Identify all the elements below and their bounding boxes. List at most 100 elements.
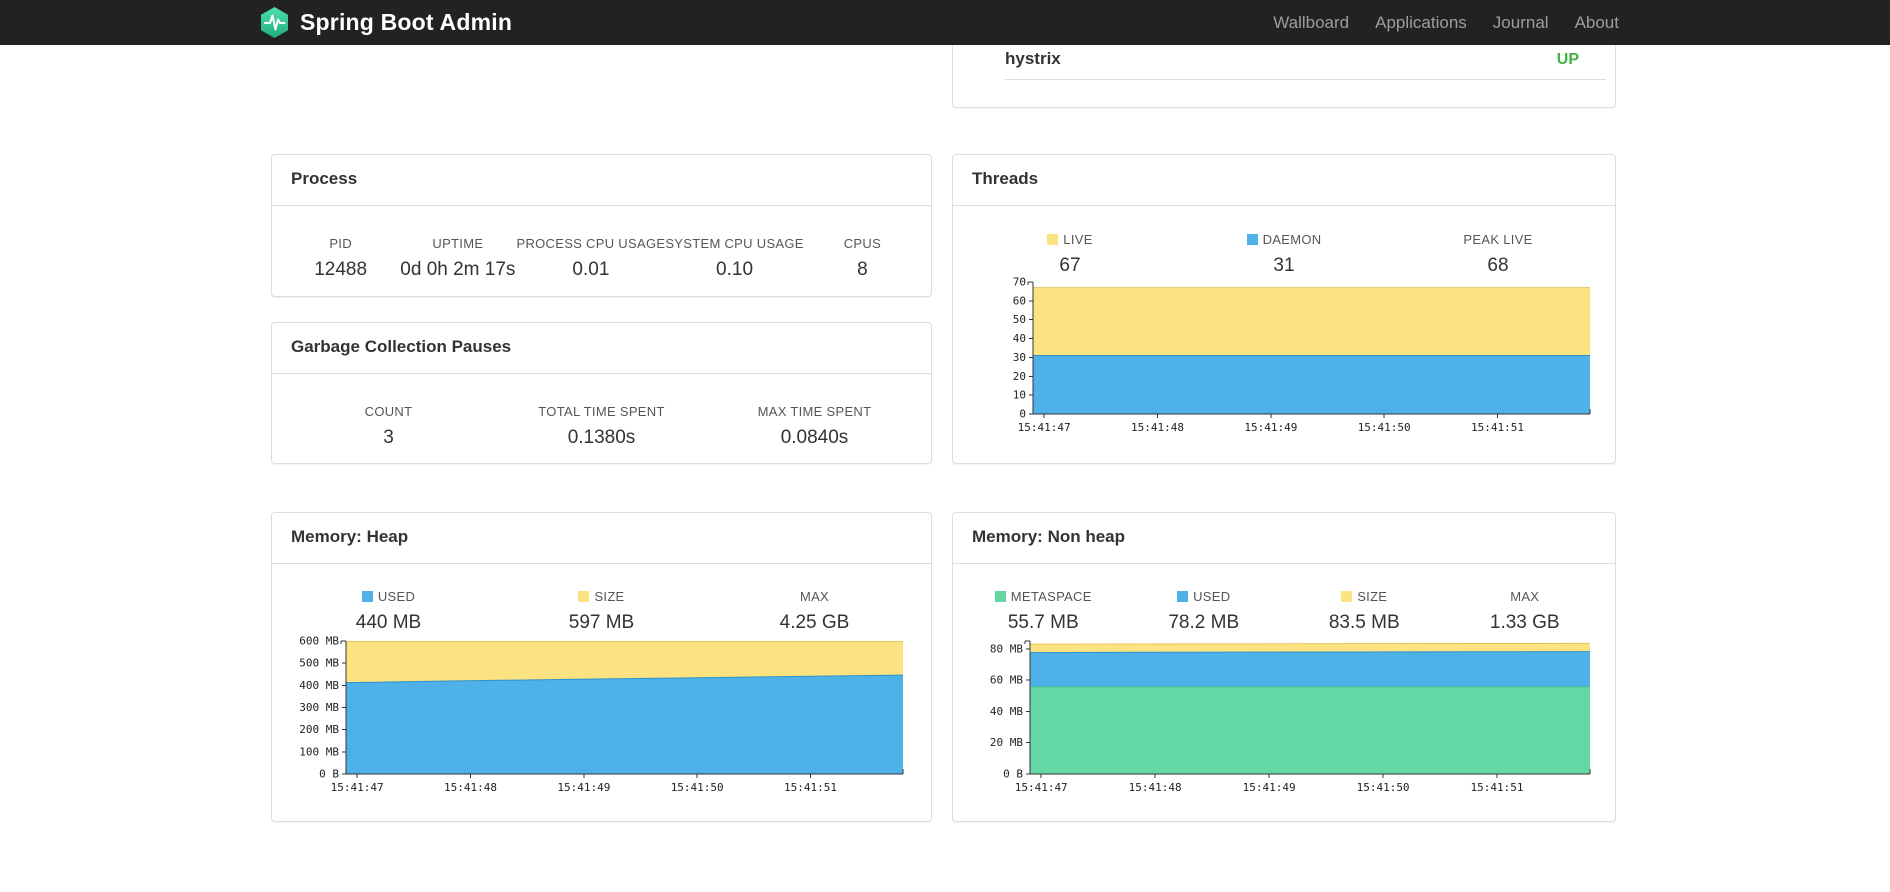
- live-legend-marker: [1047, 234, 1059, 245]
- metric-value: 78.2 MB: [1168, 612, 1240, 633]
- svg-text:15:41:48: 15:41:48: [1131, 421, 1184, 434]
- svg-text:15:41:50: 15:41:50: [1358, 421, 1411, 434]
- svg-text:0 B: 0 B: [1003, 768, 1023, 781]
- svg-text:50: 50: [1013, 313, 1026, 326]
- svg-text:15:41:47: 15:41:47: [1018, 421, 1071, 434]
- panel-title: Memory: Non heap: [953, 513, 1615, 564]
- svg-text:15:41:50: 15:41:50: [671, 781, 724, 794]
- metric-label: USED: [1124, 589, 1285, 604]
- application-name: hystrix: [1005, 49, 1061, 68]
- metric-value: 597 MB: [568, 612, 635, 633]
- metric-label: MAX: [799, 589, 830, 604]
- metric-pid: PID 12488: [282, 236, 399, 281]
- metric-value: 0d 0h 2m 17s: [400, 259, 516, 280]
- metric-label: DAEMON: [1177, 232, 1391, 247]
- metric-gc-count: COUNT 3: [282, 404, 495, 449]
- size-legend-marker: [1341, 591, 1353, 602]
- svg-text:60: 60: [1013, 294, 1026, 307]
- svg-text:15:41:48: 15:41:48: [1129, 781, 1182, 794]
- metric-value: 1.33 GB: [1489, 612, 1560, 633]
- nav-item-applications[interactable]: Applications: [1375, 13, 1467, 33]
- status-badge: UP: [1556, 51, 1579, 68]
- metric-daemon-threads: DAEMON 31: [1177, 232, 1391, 277]
- navbar: Spring Boot Admin Wallboard Applications…: [0, 0, 1890, 45]
- metric-value: 55.7 MB: [1007, 612, 1079, 633]
- svg-text:60 MB: 60 MB: [990, 674, 1023, 687]
- nav-item-about[interactable]: About: [1575, 13, 1619, 33]
- svg-text:15:41:51: 15:41:51: [1471, 421, 1524, 434]
- metric-value: 0.1380s: [567, 427, 636, 448]
- svg-text:15:41:49: 15:41:49: [557, 781, 610, 794]
- metric-value: 12488: [314, 259, 368, 280]
- heap-legend: USED 440 MB SIZE 597 MB MAX 4.25 GB: [272, 564, 931, 634]
- nav-item-wallboard[interactable]: Wallboard: [1273, 13, 1349, 33]
- used-legend-marker: [1177, 591, 1189, 602]
- svg-text:0: 0: [1019, 408, 1026, 421]
- svg-text:20: 20: [1013, 370, 1026, 383]
- brand-title: Spring Boot Admin: [300, 9, 513, 35]
- metric-metaspace: METASPACE 55.7 MB: [963, 589, 1124, 634]
- svg-text:300 MB: 300 MB: [299, 701, 339, 714]
- threads-panel: Threads LIVE 67 DAEMON 31 PEAK LIVE 68 0…: [952, 154, 1616, 464]
- metric-peak-live-threads: PEAK LIVE 68: [1391, 232, 1605, 277]
- heap-chart: 0 B 100 MB 200 MB 300 MB 400 MB 500 MB 600 MB 1…: [299, 635, 904, 794]
- spring-boot-admin-logo-icon: [261, 7, 288, 38]
- metric-label: SIZE: [495, 589, 708, 604]
- used-legend-marker: [361, 591, 373, 602]
- metric-process-cpu: PROCESS CPU USAGE 0.01: [516, 236, 665, 281]
- svg-text:15:41:47: 15:41:47: [331, 781, 384, 794]
- svg-text:30: 30: [1013, 351, 1026, 364]
- nav-items: Wallboard Applications Journal About: [1273, 0, 1619, 45]
- svg-text:10: 10: [1013, 389, 1026, 402]
- size-legend-marker: [578, 591, 590, 602]
- metric-heap-used: USED 440 MB: [282, 589, 495, 634]
- daemon-legend-marker: [1246, 234, 1258, 245]
- svg-text:70: 70: [1013, 276, 1026, 289]
- process-panel: Process PID 12488 UPTIME 0d 0h 2m 17s PR…: [271, 154, 932, 297]
- metric-uptime: UPTIME 0d 0h 2m 17s: [399, 236, 516, 281]
- process-metrics: PID 12488 UPTIME 0d 0h 2m 17s PROCESS CP…: [272, 206, 931, 281]
- gc-pauses-panel: Garbage Collection Pauses COUNT 3 TOTAL …: [271, 322, 932, 464]
- svg-text:15:41:48: 15:41:48: [444, 781, 497, 794]
- brand[interactable]: Spring Boot Admin: [259, 0, 512, 45]
- svg-text:15:41:51: 15:41:51: [1471, 781, 1524, 794]
- metric-label: PID: [329, 236, 352, 251]
- svg-text:600 MB: 600 MB: [299, 635, 339, 648]
- panel-title: Threads: [953, 155, 1615, 206]
- metric-label: TOTAL TIME SPENT: [538, 404, 665, 419]
- metric-label: MAX: [1510, 589, 1540, 604]
- metric-value: 0.10: [716, 259, 754, 280]
- metric-label: MAX TIME SPENT: [757, 404, 872, 419]
- svg-text:500 MB: 500 MB: [299, 657, 339, 670]
- panel-title: Memory: Heap: [272, 513, 931, 564]
- metric-label: SIZE: [1284, 589, 1445, 604]
- panel-title: Process: [272, 155, 931, 206]
- svg-text:200 MB: 200 MB: [299, 723, 339, 736]
- metric-nonheap-size: SIZE 83.5 MB: [1284, 589, 1445, 634]
- metric-label: METASPACE: [963, 589, 1124, 604]
- svg-text:80 MB: 80 MB: [990, 642, 1023, 655]
- metric-heap-max: MAX 4.25 GB: [708, 589, 921, 634]
- nav-item-journal[interactable]: Journal: [1493, 13, 1549, 33]
- metric-label: LIVE: [963, 232, 1177, 247]
- metaspace-legend-marker: [994, 591, 1006, 602]
- threads-chart: 0 10 20 30 40 50 60 70 15:41:47 15:41:48 15:41:49 1…: [1013, 276, 1591, 434]
- svg-text:20 MB: 20 MB: [990, 736, 1023, 749]
- svg-text:15:41:49: 15:41:49: [1243, 781, 1296, 794]
- metric-value: 8: [857, 259, 868, 280]
- metric-label: USED: [282, 589, 495, 604]
- metric-gc-max-time: MAX TIME SPENT 0.0840s: [708, 404, 921, 449]
- memory-nonheap-panel: Memory: Non heap METASPACE 55.7 MB USED …: [952, 512, 1616, 822]
- metric-gc-total-time: TOTAL TIME SPENT 0.1380s: [495, 404, 708, 449]
- svg-text:0 B: 0 B: [319, 768, 339, 781]
- metric-value: 4.25 GB: [779, 612, 850, 633]
- metric-value: 83.5 MB: [1328, 612, 1400, 633]
- metric-system-cpu: SYSTEM CPU USAGE 0.10: [665, 236, 803, 281]
- svg-text:400 MB: 400 MB: [299, 679, 339, 692]
- metric-live-threads: LIVE 67: [963, 232, 1177, 277]
- panel-title: Garbage Collection Pauses: [272, 323, 931, 374]
- metric-label: PEAK LIVE: [1463, 232, 1533, 247]
- svg-text:100 MB: 100 MB: [299, 745, 339, 758]
- gc-metrics: COUNT 3 TOTAL TIME SPENT 0.1380s MAX TIM…: [272, 374, 931, 449]
- svg-text:15:41:49: 15:41:49: [1244, 421, 1297, 434]
